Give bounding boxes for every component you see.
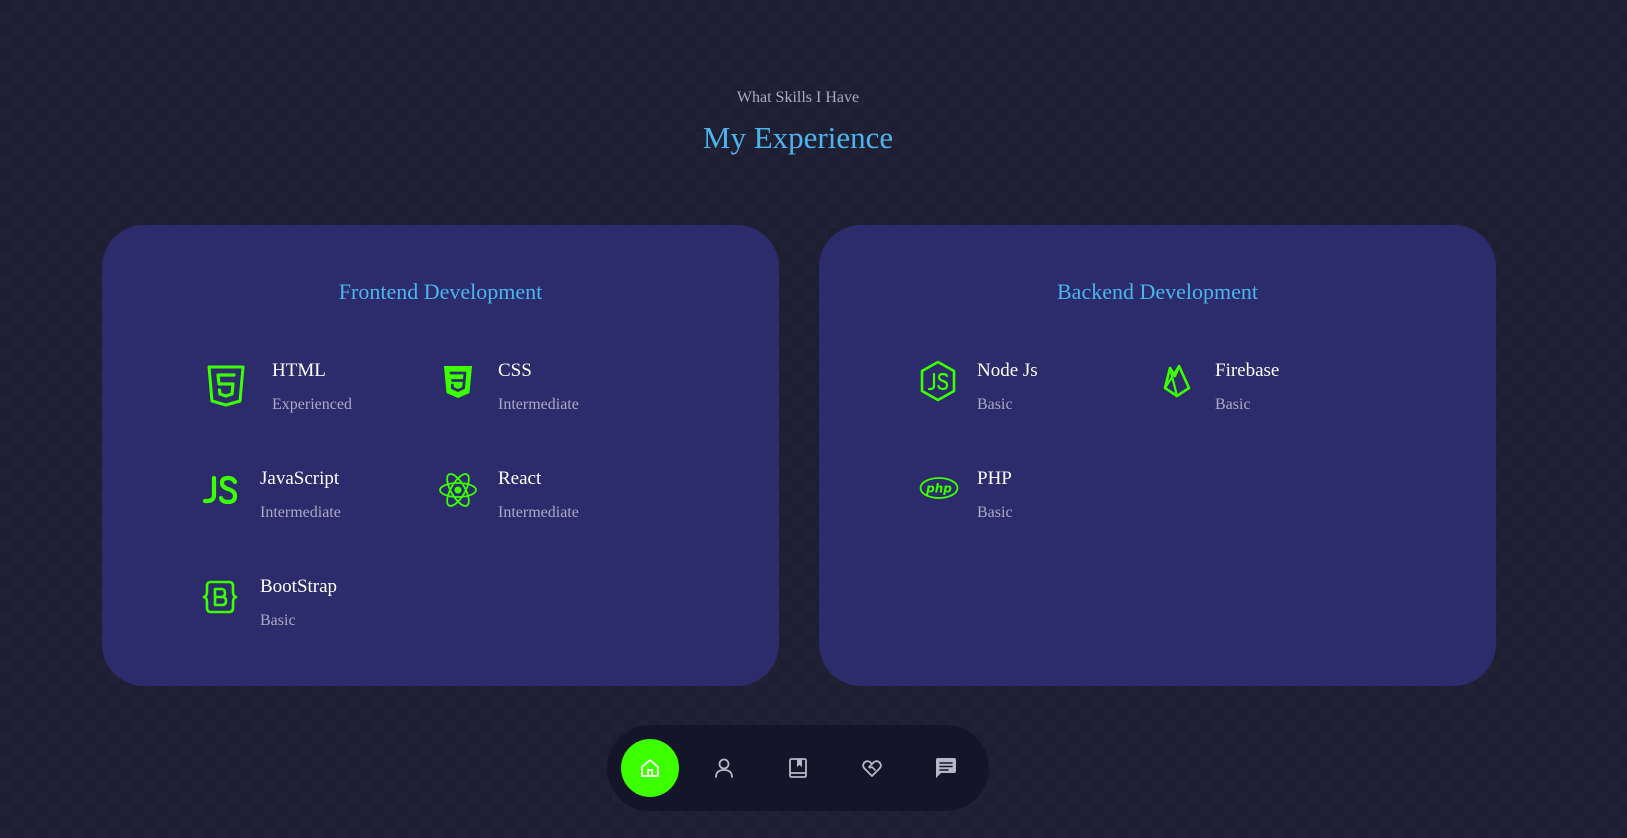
- skill-level: Basic: [977, 396, 1013, 413]
- skill-level: Intermediate: [498, 504, 579, 521]
- nav-services-button[interactable]: [843, 739, 901, 797]
- user-icon: [715, 758, 733, 778]
- section-subtitle: What Skills I Have: [736, 89, 860, 106]
- firebase-icon: [1163, 364, 1191, 398]
- nav-home-button[interactable]: [621, 739, 679, 797]
- skill-name: PHP: [977, 468, 1012, 489]
- skill-name: React: [498, 468, 542, 489]
- php-icon: php: [919, 477, 959, 499]
- nav-about-button[interactable]: [695, 739, 753, 797]
- html5-icon: [207, 365, 245, 407]
- skill-name: BootStrap: [260, 576, 338, 597]
- skill-level: Basic: [260, 612, 296, 629]
- skill-name: JavaScript: [260, 468, 340, 489]
- skill-name: Firebase: [1215, 360, 1280, 381]
- bootstrap-icon: [202, 580, 238, 614]
- skill-name: Node Js: [977, 360, 1038, 381]
- skill-name: CSS: [498, 360, 532, 381]
- css3-icon: [444, 366, 472, 398]
- javascript-icon: [202, 475, 238, 505]
- nodejs-icon: [920, 360, 956, 402]
- nav-experience-button[interactable]: [769, 739, 827, 797]
- react-icon: [439, 473, 477, 507]
- skill-level: Experienced: [272, 396, 352, 413]
- backend-card: Backend Development Node Js Basic Fireba…: [819, 225, 1496, 686]
- nav-contact-button[interactable]: [917, 739, 975, 797]
- home-icon: [641, 759, 659, 777]
- chat-icon: [936, 758, 956, 778]
- skill-level: Intermediate: [498, 396, 579, 413]
- bottom-nav: [607, 725, 989, 811]
- frontend-card: Frontend Development HTML Experienced CS…: [102, 225, 779, 686]
- backend-card-title: Backend Development: [1057, 279, 1258, 304]
- section-title: My Experience: [702, 120, 894, 155]
- frontend-card-title: Frontend Development: [338, 279, 543, 304]
- skill-level: Basic: [977, 504, 1013, 521]
- svg-text:php: php: [925, 482, 952, 496]
- skill-name: HTML: [272, 360, 326, 381]
- book-icon: [789, 758, 807, 778]
- skill-level: Basic: [1215, 396, 1251, 413]
- heart-handshake-icon: [862, 760, 882, 777]
- skill-level: Intermediate: [260, 504, 341, 521]
